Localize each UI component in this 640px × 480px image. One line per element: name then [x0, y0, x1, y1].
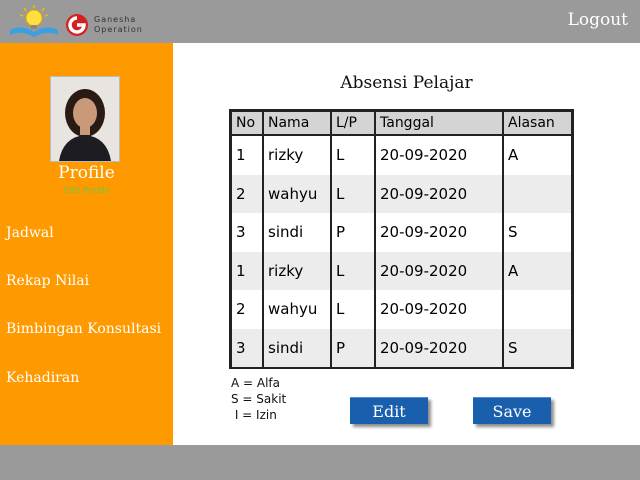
table-row[interactable]: 1 rizky L 20-09-2020 A	[232, 251, 571, 290]
attendance-table: No Nama L/P Tanggal Alasan 1 rizky L 20-…	[229, 109, 574, 369]
table-row[interactable]: 2 wahyu L 20-09-2020	[232, 290, 571, 329]
cell-alasan: S	[502, 213, 571, 252]
cell-lp: L	[330, 251, 375, 290]
cell-no: 2	[232, 174, 263, 213]
cell-lp: L	[330, 135, 375, 175]
column-header-no: No	[232, 112, 263, 136]
cell-lp: L	[330, 174, 375, 213]
sidebar: Profile Edit Profile Jadwal Rekap Nilai …	[0, 43, 173, 445]
cell-tanggal: 20-09-2020	[374, 135, 503, 175]
table-row[interactable]: 3 sindi P 20-09-2020 S	[232, 328, 571, 367]
table-row[interactable]: 2 wahyu L 20-09-2020	[232, 174, 571, 213]
cell-nama: wahyu	[262, 290, 331, 329]
edit-profile-link[interactable]: Edit Profile	[0, 186, 173, 195]
cell-no: 2	[236, 300, 246, 319]
cell-alasan: A	[502, 251, 571, 290]
logout-link[interactable]: Logout	[568, 10, 628, 30]
table-row[interactable]: 3 sindi P 20-09-2020 S	[232, 213, 571, 252]
bottom-bar	[0, 445, 640, 480]
cell-alasan	[502, 174, 571, 213]
cell-tanggal: 20-09-2020	[374, 290, 503, 329]
brand-line2: Operation	[94, 25, 143, 34]
sidebar-item-bimbingan-konsultasi[interactable]: Bimbingan Konsultasi	[6, 321, 161, 337]
legend-item: A = Alfa	[231, 376, 281, 390]
column-header-nama: Nama	[262, 112, 331, 136]
cell-alasan	[502, 290, 571, 329]
save-button[interactable]: Save	[473, 397, 551, 424]
g-brand-logo-icon	[66, 14, 88, 36]
cell-alasan: A	[502, 135, 571, 175]
cell-no: 3	[232, 328, 263, 367]
cell-lp: L	[330, 290, 375, 329]
brand-name: Ganesha Operation	[94, 15, 143, 35]
legend-item: S = Sakit	[231, 392, 287, 406]
reason-legend: A = Alfa S = Sakit I = Izin	[231, 375, 286, 423]
cell-tanggal: 20-09-2020	[374, 174, 503, 213]
cell-nama: sindi	[262, 213, 331, 252]
cell-tanggal: 20-09-2020	[374, 251, 503, 290]
person-photo-icon	[51, 77, 119, 161]
lightbulb-book-logo-icon	[10, 5, 58, 37]
legend-item: I = Izin	[231, 408, 277, 422]
sidebar-item-kehadiran[interactable]: Kehadiran	[6, 370, 79, 386]
sidebar-item-jadwal[interactable]: Jadwal	[6, 225, 54, 241]
brand-line1: Ganesha	[94, 15, 137, 24]
page-title: Absensi Pelajar	[340, 73, 473, 93]
cell-alasan: S	[502, 328, 571, 367]
main-panel: Absensi Pelajar No Nama L/P Tanggal Alas…	[173, 43, 640, 445]
top-bar: Ganesha Operation Logout	[0, 0, 640, 43]
sidebar-item-rekap-nilai[interactable]: Rekap Nilai	[6, 273, 89, 289]
profile-title: Profile	[58, 163, 115, 183]
table-header-row: No Nama L/P Tanggal Alasan	[232, 112, 571, 136]
cell-no: 3	[236, 223, 246, 242]
table-row[interactable]: 1 rizky L 20-09-2020 A	[232, 135, 571, 175]
cell-no: 1	[232, 251, 263, 290]
cell-nama: sindi	[262, 328, 331, 367]
profile-avatar	[50, 76, 120, 162]
cell-tanggal: 20-09-2020	[374, 213, 503, 252]
cell-lp: P	[330, 213, 375, 252]
cell-nama: rizky	[262, 251, 331, 290]
cell-lp: P	[330, 328, 375, 367]
edit-button[interactable]: Edit	[350, 397, 428, 424]
column-header-tanggal: Tanggal	[374, 112, 503, 136]
cell-nama: wahyu	[262, 174, 331, 213]
column-header-lp: L/P	[330, 112, 375, 136]
cell-nama: rizky	[262, 135, 331, 175]
cell-tanggal: 20-09-2020	[374, 328, 503, 367]
cell-no: 1	[236, 146, 246, 165]
column-header-alasan: Alasan	[502, 112, 571, 136]
